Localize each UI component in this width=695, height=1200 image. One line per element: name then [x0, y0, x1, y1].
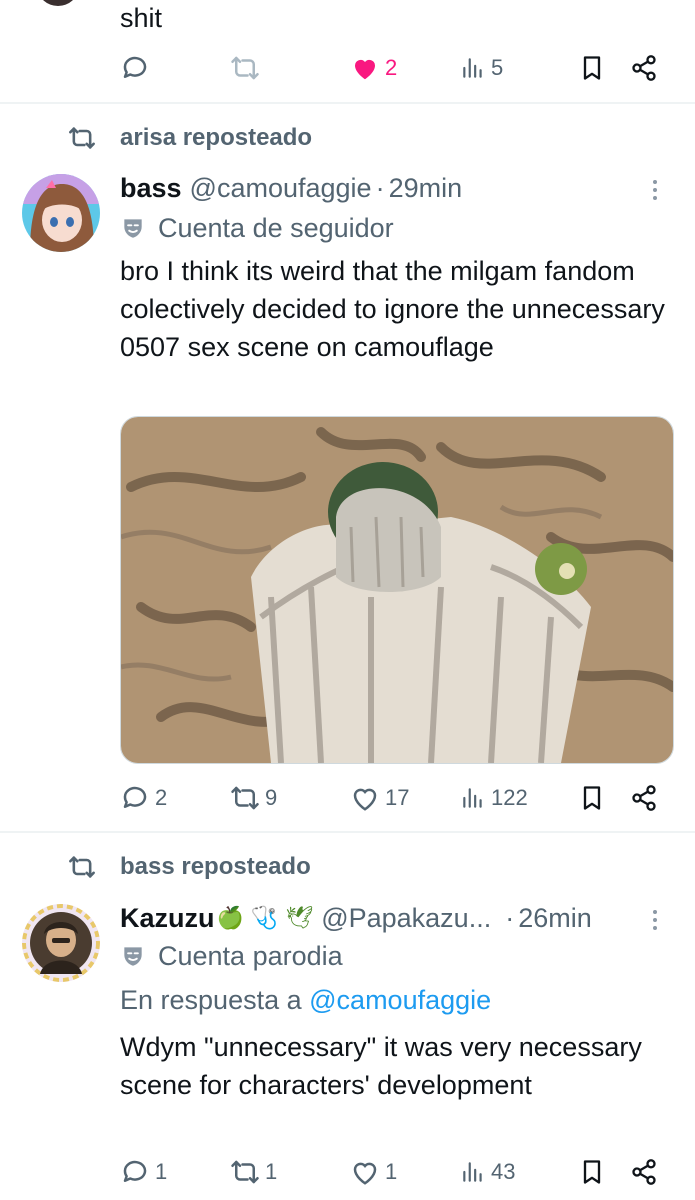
avatar[interactable] — [38, 0, 78, 6]
like-button[interactable]: 2 — [350, 48, 397, 88]
separator: · — [375, 172, 385, 203]
repost-context-label: bass reposteado — [120, 853, 311, 880]
bookmark-icon — [583, 56, 601, 80]
account-label-text: Cuenta parodia — [158, 940, 343, 971]
views-count: 122 — [491, 785, 528, 810]
repost-context-label: arisa reposteado — [120, 124, 313, 151]
account-label[interactable]: Cuenta de seguidor — [120, 210, 394, 246]
display-name[interactable]: Kazuzu — [120, 903, 215, 934]
like-count: 17 — [385, 785, 410, 810]
bookmark-button[interactable] — [578, 1152, 606, 1192]
repost-icon — [66, 121, 102, 155]
like-count: 1 — [385, 1159, 398, 1184]
account-label-text: Cuenta de seguidor — [158, 212, 394, 243]
share-button[interactable] — [630, 1152, 658, 1192]
like-icon — [353, 788, 377, 811]
bookmark-button[interactable] — [578, 48, 606, 88]
reply-icon — [123, 786, 147, 808]
share-button[interactable] — [630, 778, 658, 818]
tweet-text: shit — [120, 3, 163, 33]
reply-context: En respuesta a @camoufaggie — [120, 985, 491, 1016]
bookmark-icon — [583, 1160, 601, 1184]
reply-button[interactable]: 1 — [120, 1152, 167, 1192]
views-count: 5 — [491, 55, 504, 80]
more-icon[interactable] — [645, 900, 665, 940]
avatar[interactable] — [22, 904, 100, 982]
repost-count: 1 — [265, 1159, 278, 1184]
share-button[interactable] — [630, 48, 658, 88]
repost-icon — [66, 850, 102, 884]
views-icon — [463, 788, 482, 808]
repost-count: 9 — [265, 785, 278, 810]
tweet-actions: 2 5 — [120, 48, 665, 88]
repost-button[interactable]: 1 — [230, 1152, 277, 1192]
reply-count: 2 — [155, 785, 168, 810]
repost-button[interactable] — [230, 48, 265, 88]
repost-icon — [231, 1160, 259, 1184]
more-icon[interactable] — [645, 170, 665, 210]
account-label[interactable]: Cuenta parodia — [120, 938, 343, 974]
mask-icon — [124, 219, 142, 238]
tweet-header: bass @camoufaggie · 29min — [120, 168, 462, 208]
repost-context[interactable]: bass reposteado — [66, 850, 311, 884]
views-count: 43 — [491, 1159, 516, 1184]
separator: · — [505, 902, 515, 933]
like-count: 2 — [385, 55, 398, 80]
reply-icon — [123, 1160, 147, 1182]
like-icon — [355, 59, 375, 80]
repost-button[interactable]: 9 — [230, 778, 277, 818]
reply-icon — [123, 56, 147, 78]
like-button[interactable]: 1 — [350, 1152, 397, 1192]
reply-button[interactable] — [120, 48, 155, 88]
mask-icon — [124, 947, 142, 966]
tweet-text: bro I think its weird that the milgam fa… — [120, 256, 665, 362]
repost-icon — [231, 786, 259, 810]
bookmark-icon — [583, 786, 601, 810]
share-icon — [632, 1159, 656, 1185]
like-button[interactable]: 17 — [350, 778, 409, 818]
divider — [0, 102, 695, 104]
views-button[interactable]: 5 — [460, 48, 503, 88]
views-icon — [463, 1162, 482, 1182]
reply-mention-link[interactable]: @camoufaggie — [309, 985, 491, 1015]
views-icon — [463, 58, 482, 78]
share-icon — [632, 55, 656, 81]
display-name[interactable]: bass — [120, 173, 182, 204]
tweet-actions: 2 9 17 122 — [120, 778, 665, 818]
avatar[interactable] — [22, 174, 100, 252]
divider — [0, 831, 695, 833]
name-emojis: 🍏 🩺 🕊 — [216, 905, 314, 931]
tweet-header: Kazuzu 🍏 🩺 🕊 @Papakazu... · 26min — [120, 898, 592, 938]
share-icon — [632, 785, 656, 811]
user-handle[interactable]: @camoufaggie — [190, 173, 372, 204]
like-icon — [353, 1162, 377, 1185]
bookmark-button[interactable] — [578, 778, 606, 818]
tweet-text: Wdym "unnecessary" it was very necessary… — [120, 1032, 642, 1100]
tweet-actions: 1 1 1 43 — [120, 1152, 665, 1192]
reply-count: 1 — [155, 1159, 168, 1184]
user-handle[interactable]: @Papakazu... — [321, 903, 491, 934]
views-button[interactable]: 43 — [460, 1152, 515, 1192]
views-button[interactable]: 122 — [460, 778, 528, 818]
reply-button[interactable]: 2 — [120, 778, 167, 818]
repost-context[interactable]: arisa reposteado — [66, 121, 312, 155]
timestamp[interactable]: 26min — [518, 903, 592, 934]
reply-prefix: En respuesta a — [120, 985, 302, 1015]
timestamp[interactable]: 29min — [389, 173, 463, 204]
tweet-image[interactable] — [120, 416, 674, 764]
repost-icon — [231, 56, 259, 80]
